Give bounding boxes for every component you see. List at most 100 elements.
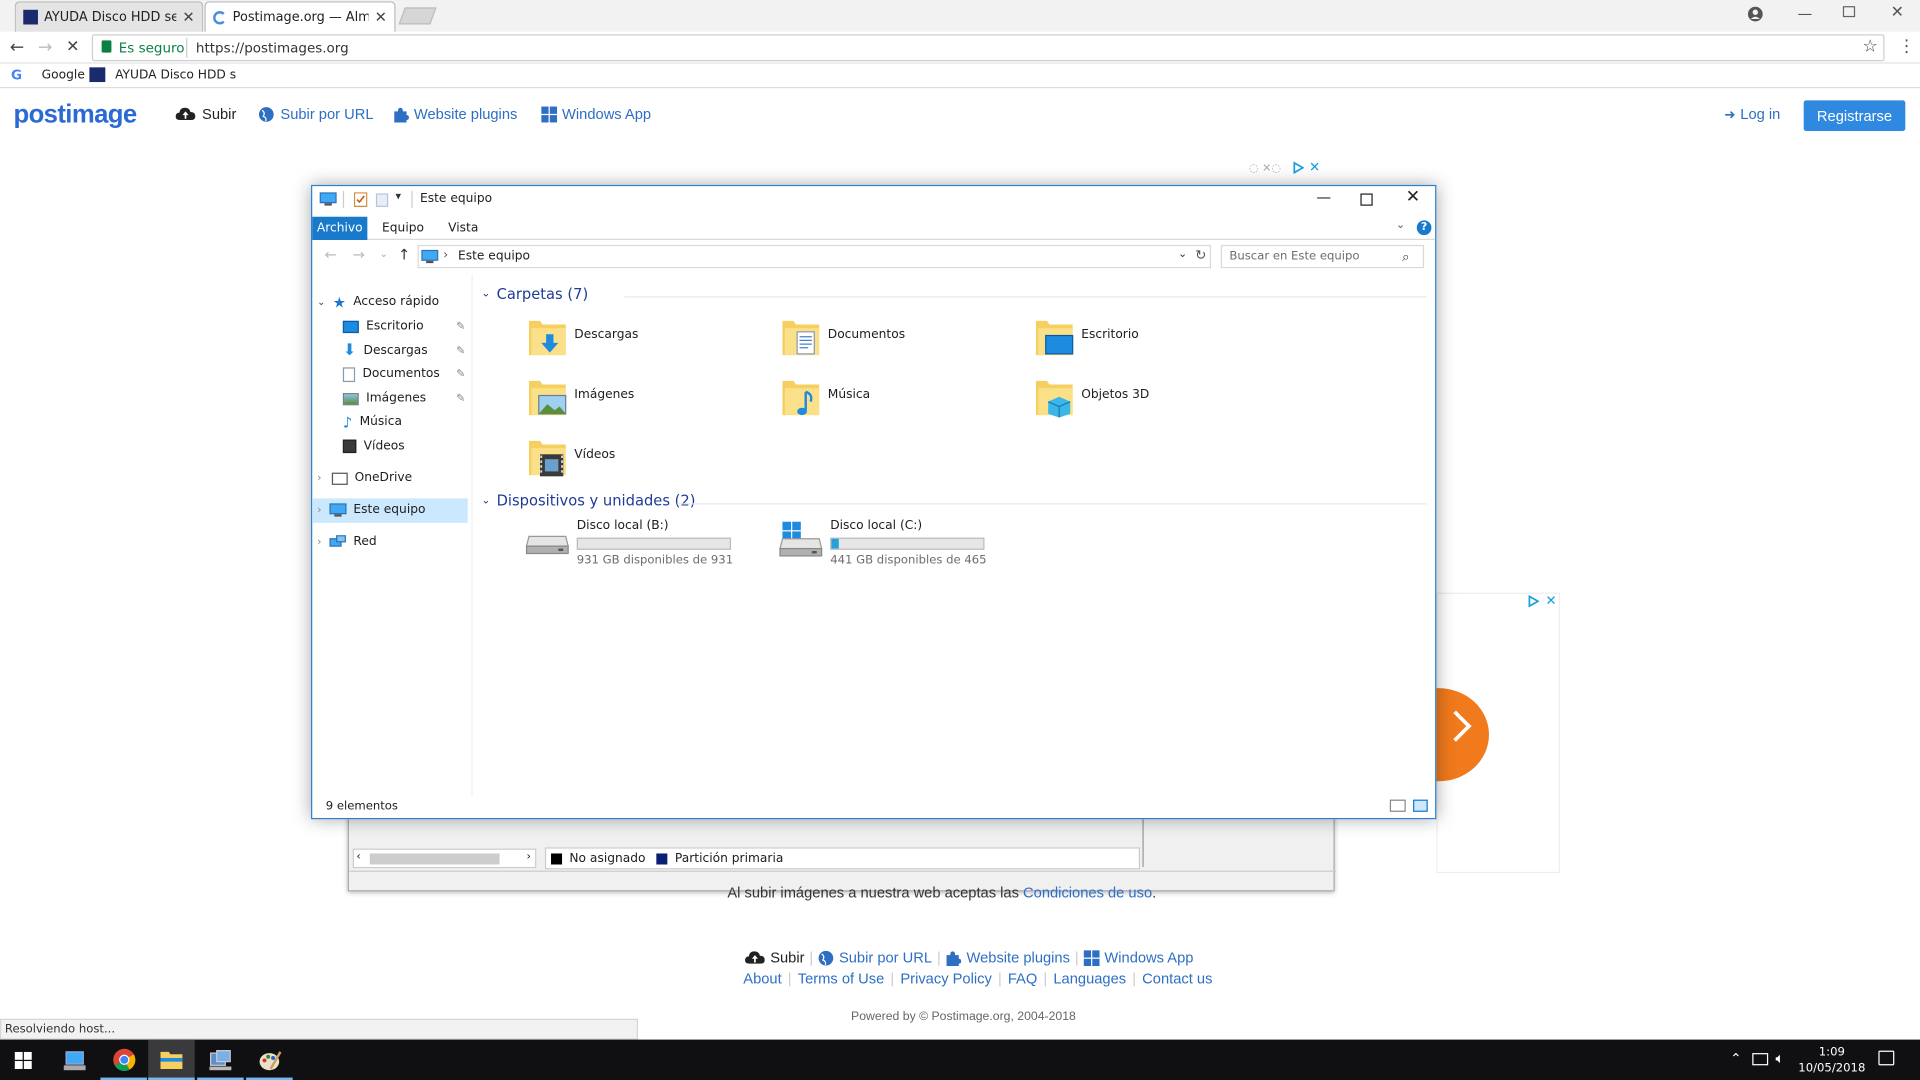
login-link[interactable]: ➜ Log in (1724, 105, 1780, 122)
taskbar-app-explorer[interactable] (148, 1039, 195, 1080)
scroll-left-icon[interactable]: ‹ (356, 851, 360, 863)
nav-upload-url[interactable]: Subir por URL (258, 105, 374, 122)
nav-item-videos[interactable]: Vídeos (342, 435, 405, 458)
maximize-icon[interactable] (1360, 193, 1373, 206)
new-folder-icon[interactable] (375, 193, 389, 207)
close-tab-icon[interactable]: ✕ (375, 9, 387, 26)
collapse-chevron-icon[interactable]: ⌄ (481, 495, 490, 507)
footer-terms-link[interactable]: Terms of Use (798, 970, 885, 987)
register-button[interactable]: Registrarse (1803, 100, 1906, 132)
network-status-icon[interactable] (1752, 1053, 1769, 1066)
taskbar-app[interactable] (197, 1040, 244, 1080)
minimize-icon[interactable]: — (1316, 189, 1331, 206)
star-icon[interactable]: ☆ (1862, 37, 1877, 57)
forward-icon[interactable]: → (38, 38, 52, 58)
large-icons-view-icon[interactable] (1413, 799, 1428, 812)
folder-item[interactable]: Descargas (528, 317, 773, 371)
minimize-icon[interactable]: — (1798, 5, 1813, 22)
address-bar[interactable]: › Este equipo ⌄ ↻ (417, 244, 1212, 269)
folder-item[interactable]: Imágenes (528, 377, 773, 431)
pin-icon[interactable]: ✎ (456, 368, 465, 380)
close-window-icon[interactable]: ✕ (1406, 187, 1420, 207)
ad-options-icon[interactable]: ◌ ✕◌ (1249, 163, 1281, 175)
folder-item[interactable]: Vídeos (528, 437, 773, 491)
expand-chevron-icon[interactable]: › (317, 472, 321, 484)
nav-upload[interactable]: Subir (175, 105, 236, 122)
pin-icon[interactable]: ✎ (456, 320, 465, 332)
properties-icon[interactable] (353, 192, 368, 207)
volume-icon[interactable]: 🔈︎ (1776, 1049, 1785, 1067)
close-window-icon[interactable]: ✕ (1891, 4, 1904, 22)
taskbar-app-chrome[interactable] (100, 1040, 147, 1080)
action-center-icon[interactable] (1878, 1050, 1895, 1066)
nav-this-pc[interactable]: › Este equipo (317, 498, 425, 521)
explorer-titlebar[interactable]: ▾ Este equipo — ✕ (312, 186, 1435, 213)
forward-icon[interactable]: → (353, 246, 365, 263)
new-tab-button[interactable] (398, 7, 437, 25)
address-dropdown-icon[interactable]: ⌄ (1178, 249, 1187, 261)
expand-chevron-icon[interactable]: › (317, 536, 321, 548)
footer-faq-link[interactable]: FAQ (1008, 970, 1037, 987)
restore-icon[interactable] (1842, 6, 1856, 18)
recent-locations-icon[interactable]: ⌄ (380, 249, 388, 260)
nav-item-documents[interactable]: Documentos ✎ (342, 362, 465, 385)
nav-quick-access[interactable]: ⌄ ★ Acceso rápido (317, 290, 439, 313)
terms-link[interactable]: Condiciones de uso (1023, 884, 1152, 901)
back-icon[interactable]: ← (324, 246, 336, 263)
nav-item-pictures[interactable]: Imágenes ✎ (342, 387, 465, 410)
scroll-thumb[interactable] (369, 853, 500, 865)
horizontal-scrollbar[interactable]: ‹ › (352, 848, 537, 869)
up-icon[interactable]: ↑ (398, 246, 410, 263)
footer-plugins-link[interactable]: Website plugins (966, 949, 1069, 966)
browser-tab-active[interactable]: Postimage.org — Almace ✕ (204, 1, 396, 32)
scroll-right-icon[interactable]: › (527, 851, 531, 863)
collapse-chevron-icon[interactable]: ⌄ (317, 296, 325, 307)
folder-item[interactable]: Música (781, 377, 1026, 431)
browser-tab[interactable]: AYUDA Disco HDD secun ✕ (14, 1, 204, 32)
folder-item[interactable]: Documentos (781, 317, 1026, 371)
profile-icon[interactable] (1747, 6, 1763, 22)
nav-item-music[interactable]: ♪ Música (343, 410, 402, 433)
omnibox[interactable]: Es seguro https://postimages.org ☆ (91, 34, 1885, 62)
devices-section-header[interactable]: ⌄ Dispositivos y unidades (2) (481, 492, 695, 509)
nav-network[interactable]: › Red (317, 530, 377, 553)
drive-item[interactable]: Disco local (B:) 931 GB disponibles de 9… (525, 519, 745, 573)
quick-access-toolbar-dropdown-icon[interactable]: ▾ (396, 191, 402, 203)
expand-chevron-icon[interactable]: › (317, 504, 321, 516)
clock[interactable]: 1:09 10/05/2018 (1796, 1044, 1867, 1076)
stop-icon[interactable]: ✕ (66, 38, 79, 56)
footer-contact-link[interactable]: Contact us (1142, 970, 1212, 987)
start-button[interactable] (0, 1040, 47, 1080)
details-view-icon[interactable] (1389, 799, 1406, 812)
folders-section-header[interactable]: ⌄ Carpetas (7) (481, 285, 588, 302)
ribbon-tab-file[interactable]: Archivo (312, 216, 368, 241)
show-hidden-icons-icon[interactable]: ⌃ (1730, 1051, 1741, 1067)
folder-item[interactable]: Escritorio (1035, 317, 1280, 371)
pin-icon[interactable]: ✎ (456, 345, 465, 357)
bookmark-ayuda[interactable]: AYUDA Disco HDD s (89, 67, 236, 83)
taskbar-app[interactable] (246, 1040, 293, 1080)
nav-windows-app[interactable]: Windows App (541, 105, 651, 122)
adchoices-icon[interactable] (1528, 595, 1540, 608)
site-logo[interactable]: postimage (13, 100, 137, 129)
nav-onedrive[interactable]: › OneDrive (317, 467, 412, 490)
nav-plugins[interactable]: Website plugins (393, 105, 517, 122)
expand-ribbon-icon[interactable]: ⌄ (1396, 219, 1405, 231)
nav-item-desktop[interactable]: Escritorio ✎ (342, 315, 465, 338)
ribbon-tab-view[interactable]: Vista (448, 222, 478, 235)
back-icon[interactable]: ← (10, 38, 24, 58)
ad-close-icon[interactable]: ✕ (1545, 593, 1556, 609)
menu-icon[interactable]: ⋮ (1898, 37, 1915, 57)
url-text[interactable]: https://postimages.org (196, 40, 349, 56)
pin-icon[interactable]: ✎ (456, 392, 465, 404)
ribbon-tab-computer[interactable]: Equipo (382, 222, 424, 235)
nav-item-downloads[interactable]: ⬇ Descargas ✎ (343, 339, 465, 362)
drive-item[interactable]: Disco local (C:) 441 GB disponibles de 4… (779, 519, 999, 573)
search-box[interactable]: Buscar en Este equipo ⌕ (1220, 244, 1425, 269)
footer-about-link[interactable]: About (743, 970, 781, 987)
footer-languages-link[interactable]: Languages (1053, 970, 1126, 987)
bookmark-google[interactable]: G Google (11, 67, 85, 83)
close-tab-icon[interactable]: ✕ (182, 9, 194, 26)
ad-panel[interactable]: ✕ (1388, 592, 1561, 874)
footer-windows-link[interactable]: Windows App (1104, 949, 1193, 966)
